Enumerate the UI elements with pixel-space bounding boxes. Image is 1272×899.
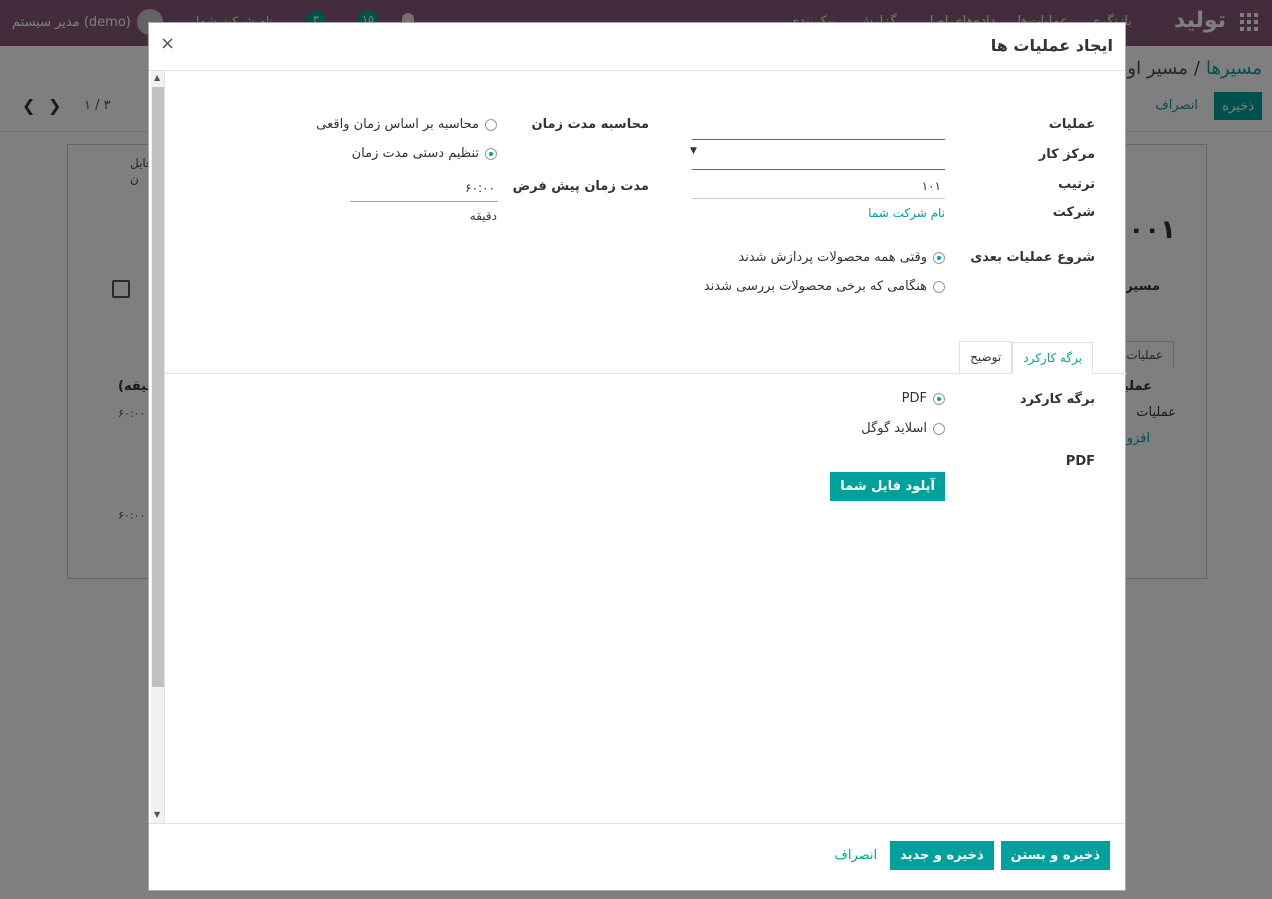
tab-description[interactable]: توضیح	[959, 341, 1013, 373]
radio-all-processed[interactable]	[933, 251, 945, 264]
radio-google-slide[interactable]	[933, 422, 945, 435]
pdf-label: PDF	[1065, 454, 1095, 469]
radio-manual[interactable]	[485, 147, 497, 160]
sequence-underline	[692, 198, 945, 199]
notebook-tabs: برگه کارکرد توضیح	[959, 341, 1093, 374]
scrollbar-thumb[interactable]	[152, 87, 164, 687]
tab-divider	[165, 373, 1127, 374]
default-duration-underline	[350, 201, 498, 202]
company-label: شرکت	[1052, 205, 1095, 220]
duration-option-manual[interactable]: تنظیم دستی مدت زمان	[352, 146, 497, 161]
modal-footer: ذخیره و بستن ذخیره و جدید انصراف	[149, 823, 1125, 891]
save-close-button[interactable]: ذخیره و بستن	[1000, 841, 1110, 870]
footer-buttons: ذخیره و بستن ذخیره و جدید انصراف	[834, 841, 1110, 870]
modal-title: ایجاد عملیات ها	[990, 36, 1113, 55]
modal-body: ▲ ▼ عملیات مرکز کار ▼ ترتیب ۱۰۱ شرکت نام…	[149, 71, 1127, 823]
radio-label: محاسبه بر اساس زمان واقعی	[316, 117, 479, 132]
radio-real-time[interactable]	[485, 118, 497, 131]
tab-worksheet[interactable]: برگه کارکرد	[1012, 342, 1093, 374]
discard-button[interactable]: انصراف	[834, 848, 877, 863]
duration-option-real[interactable]: محاسبه بر اساس زمان واقعی	[316, 117, 497, 132]
workcenter-label: مرکز کار	[1038, 147, 1095, 162]
worksheet-option-pdf[interactable]: PDF	[902, 391, 945, 406]
worksheet-option-google-slide[interactable]: اسلاید گوگل	[861, 421, 945, 436]
company-link[interactable]: نام شرکت شما	[868, 206, 945, 220]
create-operations-dialog: ایجاد عملیات ها × ▲ ▼ عملیات مرکز کار ▼ …	[148, 22, 1127, 891]
next-op-option-all[interactable]: وقتی همه محصولات پردازش شدند	[738, 250, 945, 265]
sequence-label: ترتیب	[1058, 177, 1095, 192]
duration-compute-label: محاسبه مدت زمان	[531, 117, 649, 132]
next-operation-label: شروع عملیات بعدی	[970, 250, 1095, 265]
default-duration-label: مدت زمان پیش فرض	[512, 179, 649, 194]
default-duration-input[interactable]: ۶۰:۰۰	[465, 181, 495, 195]
radio-label: هنگامی که برخی محصولات بررسی شدند	[703, 279, 927, 294]
upload-file-button[interactable]: آپلود فایل شما	[830, 472, 945, 501]
scroll-up-icon[interactable]: ▲	[154, 73, 160, 82]
operation-input[interactable]	[692, 139, 945, 140]
save-new-button[interactable]: ذخیره و جدید	[890, 841, 994, 870]
next-op-option-some[interactable]: هنگامی که برخی محصولات بررسی شدند	[704, 279, 945, 294]
radio-some-checked[interactable]	[933, 280, 945, 293]
chevron-down-icon[interactable]: ▼	[690, 146, 697, 156]
radio-label: اسلاید گوگل	[861, 421, 927, 436]
operation-label: عملیات	[1048, 117, 1095, 132]
workcenter-select[interactable]	[692, 169, 945, 170]
radio-pdf[interactable]	[933, 392, 945, 405]
scroll-down-icon[interactable]: ▼	[154, 810, 160, 819]
radio-label: تنظیم دستی مدت زمان	[351, 146, 479, 161]
close-icon[interactable]: ×	[160, 33, 175, 54]
radio-label: وقتی همه محصولات پردازش شدند	[738, 250, 927, 265]
radio-label: PDF	[901, 391, 927, 406]
modal-header: ایجاد عملیات ها ×	[149, 23, 1125, 71]
scrollbar[interactable]: ▲ ▼	[151, 71, 165, 823]
sequence-input[interactable]: ۱۰۱	[922, 179, 941, 193]
worksheet-label: برگه کارکرد	[1019, 392, 1095, 407]
duration-unit: دقیقه	[469, 209, 497, 223]
